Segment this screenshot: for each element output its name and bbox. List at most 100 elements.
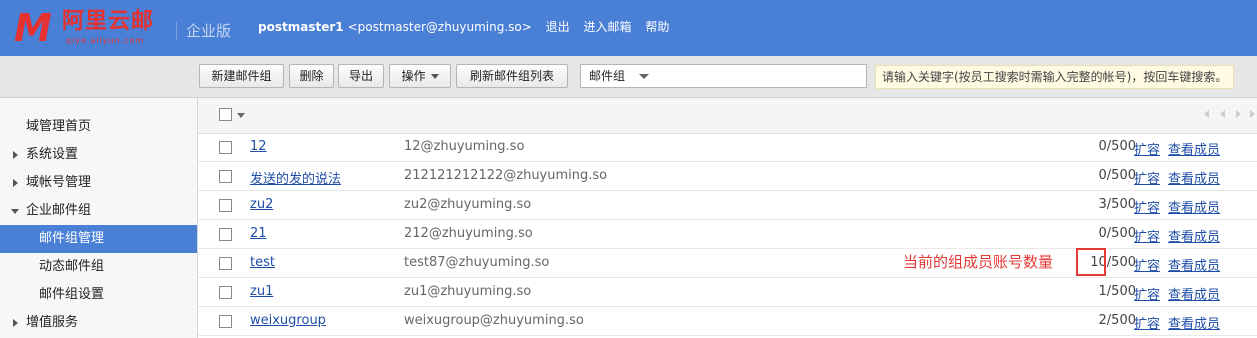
aliyun-mail-logo[interactable]: M 阿里云邮 qiye.aliyun.com [14,9,174,47]
operate-dropdown-button[interactable]: 操作 [389,64,451,88]
group-name-link[interactable]: 发送的发的说法 [250,168,341,187]
group-name-link[interactable]: test [250,255,275,270]
user-name: postmaster1 [258,20,344,34]
sidebar-item[interactable]: 域管理首页 [0,113,197,141]
view-members-link[interactable]: 查看成员 [1168,313,1220,332]
group-name-link[interactable]: 21 [250,226,267,241]
table-row: 发送的发的说法 212121212122@zhuyuming.so 0/500 扩容查… [198,162,1257,191]
sidebar-item[interactable]: 邮件组设置 [0,281,197,309]
delete-button[interactable]: 删除 [289,64,334,88]
logo-text: 阿里云邮 [62,9,155,34]
expand-link[interactable]: 扩容 [1134,197,1160,216]
annotation-label: 当前的组成员账号数量 [903,253,1054,271]
user-email: <postmaster@zhuyuming.so> [347,20,532,34]
row-checkbox[interactable] [219,257,232,270]
top-header: M 阿里云邮 qiye.aliyun.com 企业版 postmaster1 <p… [0,0,1257,56]
select-all-checkbox[interactable] [219,108,232,121]
group-name-link[interactable]: zu2 [250,197,273,212]
expand-link[interactable]: 扩容 [1134,139,1160,158]
sidebar-item-label: 邮件组管理 [39,231,105,246]
sidebar-item-label: 系统设置 [26,147,79,162]
logo-mark: M [14,6,52,50]
logout-link[interactable]: 退出 [546,20,570,34]
member-count: 1/500 [1098,284,1136,299]
row-checkbox[interactable] [219,228,232,241]
sidebar-item[interactable]: 邮件组管理 [0,225,197,253]
table-row: weixugroup weixugroup@zhuyuming.so 2/500 扩容… [198,307,1257,336]
caret-down-icon [11,209,19,214]
view-members-link[interactable]: 查看成员 [1168,197,1220,216]
next-page-icon[interactable] [1236,110,1241,118]
expand-link[interactable]: 扩容 [1134,284,1160,303]
group-email: zu1@zhuyuming.so [404,284,532,299]
expand-link[interactable]: 扩容 [1134,255,1160,274]
view-members-link[interactable]: 查看成员 [1168,255,1220,274]
view-members-link[interactable]: 查看成员 [1168,284,1220,303]
sidebar-item[interactable]: 系统设置 [0,141,197,169]
group-email: 212121212122@zhuyuming.so [404,168,608,183]
list-header [198,98,1257,134]
sidebar-item-label: 邮件组设置 [39,287,105,302]
table-row: zu2 zu2@zhuyuming.so 3/500 扩容 查看成员 [198,191,1257,220]
caret-right-icon [13,179,18,187]
group-email: 212@zhuyuming.so [404,226,533,241]
user-info: postmaster1 <postmaster@zhuyuming.so> 退出 … [258,19,669,35]
group-name-link[interactable]: zu1 [250,284,273,299]
view-members-link[interactable]: 查看成员 [1168,168,1220,187]
expand-link[interactable]: 扩容 [1134,226,1160,245]
member-count: 2/500 [1098,313,1136,328]
logo-divider [176,22,177,40]
caret-right-icon [13,151,18,159]
row-checkbox[interactable] [219,170,232,183]
group-email: 12@zhuyuming.so [404,139,525,154]
last-page-icon[interactable] [1250,110,1255,118]
table-row: zu1 zu1@zhuyuming.so 1/500 扩容 查看成员 [198,278,1257,307]
row-checkbox[interactable] [219,286,232,299]
enter-mailbox-link[interactable]: 进入邮箱 [584,20,632,34]
table-row: 12 12@zhuyuming.so 0/500 扩容 查看成员 [198,133,1257,162]
new-group-button[interactable]: 新建邮件组 [199,64,284,88]
annotation-highlight-box [1076,248,1106,276]
sidebar-item-label: 域帐号管理 [26,175,92,190]
group-email: test87@zhuyuming.so [404,255,550,270]
chevron-down-icon [430,74,439,79]
sidebar: 域管理首页系统设置域帐号管理企业邮件组邮件组管理动态邮件组邮件组设置增值服务 [0,98,198,338]
chevron-down-icon [639,74,649,79]
sidebar-item[interactable]: 动态邮件组 [0,253,197,281]
sidebar-item[interactable]: 企业邮件组 [0,197,197,225]
expand-link[interactable]: 扩容 [1134,313,1160,332]
sidebar-item-label: 企业邮件组 [26,203,92,218]
refresh-list-button[interactable]: 刷新邮件组列表 [456,64,568,88]
member-count: 3/500 [1098,197,1136,212]
export-button[interactable]: 导出 [338,64,384,88]
edition-label: 企业版 [186,22,232,40]
view-members-link[interactable]: 查看成员 [1168,139,1220,158]
expand-link[interactable]: 扩容 [1134,168,1160,187]
sidebar-item-label: 动态邮件组 [39,259,105,274]
sidebar-item-label: 域管理首页 [26,119,92,134]
select-dropdown-icon[interactable] [237,113,245,118]
row-checkbox[interactable] [219,141,232,154]
caret-right-icon [13,319,18,327]
group-name-link[interactable]: weixugroup [250,313,326,328]
sidebar-item[interactable]: 增值服务 [0,309,197,337]
member-count: 0/500 [1098,226,1136,241]
search-tip: 请输入关键字(按员工搜索时需输入完整的帐号)，按回车键搜索。 [875,65,1235,89]
sidebar-item-label: 增值服务 [26,315,79,330]
group-email: weixugroup@zhuyuming.so [404,313,584,328]
member-count: 0/500 [1098,139,1136,154]
row-checkbox[interactable] [219,199,232,212]
group-name-link[interactable]: 12 [250,139,267,154]
row-checkbox[interactable] [219,315,232,328]
prev-page-icon[interactable] [1220,110,1225,118]
search-scope-value: 邮件组 [589,69,626,83]
table-row: 21 212@zhuyuming.so 0/500 扩容 查看成员 [198,220,1257,249]
sidebar-item[interactable]: 域帐号管理 [0,169,197,197]
member-count: 0/500 [1098,168,1136,183]
search-scope-select[interactable]: 邮件组 [580,64,658,88]
search-input[interactable] [657,64,867,88]
first-page-icon[interactable] [1204,110,1209,118]
operate-label: 操作 [401,69,426,83]
view-members-link[interactable]: 查看成员 [1168,226,1220,245]
help-link[interactable]: 帮助 [645,20,669,34]
